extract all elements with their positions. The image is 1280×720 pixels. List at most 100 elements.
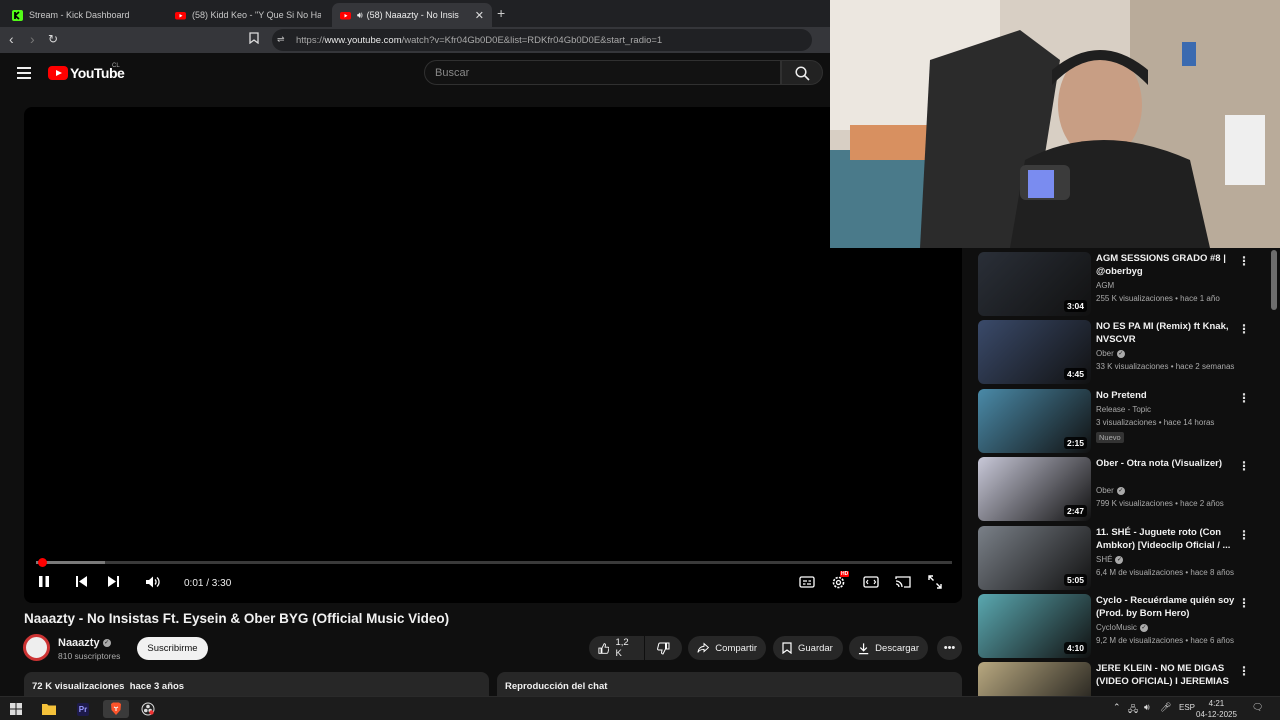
chat-replay-label: Reproducción del chat (505, 681, 608, 692)
search-input[interactable]: Buscar (424, 60, 781, 85)
premiere-button[interactable]: Pr (74, 700, 92, 718)
folder-icon (42, 704, 56, 715)
download-button[interactable]: Descargar (849, 636, 928, 660)
recommendation-title[interactable]: No Pretend (1096, 389, 1246, 402)
more-vert-icon[interactable]: ⋮ (1238, 322, 1250, 336)
system-clock[interactable]: 4:21 04-12-2025 (1196, 698, 1237, 720)
channel-avatar[interactable] (23, 634, 50, 661)
youtube-logo[interactable]: YouTube CL (48, 63, 125, 81)
video-thumbnail[interactable]: 4:10 (978, 594, 1091, 658)
recommendation-title[interactable]: Cyclo - Recuérdame quién soy (Prod. by B… (1096, 594, 1246, 620)
youtube-header: YouTube CL Buscar (0, 53, 830, 93)
recommendation-item[interactable]: 5:05 11. SHÉ - Juguete roto (Con Ambkor) … (978, 526, 1268, 590)
tray-overflow-icon[interactable]: ⌃ (1113, 702, 1121, 713)
bookmark-icon[interactable] (249, 32, 259, 46)
save-button[interactable]: Guardar (773, 636, 843, 660)
network-icon[interactable]: 🖧︎ (1128, 702, 1138, 718)
back-icon[interactable]: ‹ (9, 32, 14, 46)
video-thumbnail[interactable]: 2:47 (978, 457, 1091, 521)
language-indicator[interactable]: ESP (1179, 703, 1195, 712)
share-label: Compartir (715, 642, 757, 654)
volume-icon (146, 576, 160, 588)
cast-button[interactable] (895, 575, 911, 591)
address-bar[interactable]: ⇌ https://www.youtube.com/watch?v=Kfr04G… (272, 29, 812, 51)
recommendation-item[interactable]: 2:47 Ober - Otra nota (Visualizer) Ober ✓ 79… (978, 457, 1268, 521)
recommendation-channel[interactable]: Ober ✓ (1096, 486, 1125, 495)
video-thumbnail[interactable]: 4:45 (978, 320, 1091, 384)
subtitles-button[interactable] (799, 575, 815, 591)
notifications-icon[interactable]: 🗨︎ (1252, 702, 1263, 713)
video-thumbnail[interactable]: 2:15 (978, 389, 1091, 453)
more-vert-icon[interactable]: ⋮ (1238, 254, 1250, 268)
recommendation-item[interactable]: 4:45 NO ES PA MI (Remix) ft Knak, NVSCVR O… (978, 320, 1268, 384)
new-tab-button[interactable]: + (497, 5, 505, 21)
sidebar-scrollbar[interactable] (1271, 250, 1277, 310)
recommendation-channel[interactable]: SHÉ ✓ (1096, 555, 1124, 564)
recommendation-channel[interactable]: CycloMusic ✓ (1096, 623, 1148, 632)
url-prefix: https:// (296, 34, 325, 46)
next-button[interactable] (107, 575, 120, 591)
progress-bar[interactable] (36, 558, 952, 567)
verified-icon: ✓ (102, 639, 111, 648)
more-actions-button[interactable]: ••• (937, 636, 962, 660)
clock-time: 4:21 (1208, 699, 1225, 708)
site-info-icon[interactable]: ⇌ (277, 34, 285, 45)
verified-icon: ✓ (1116, 349, 1125, 358)
scrubber-handle[interactable] (37, 558, 47, 567)
tab-kidd-keo[interactable]: (58) Kidd Keo - "Y Que Si No Hay Am (167, 3, 329, 27)
recommendation-title[interactable]: NO ES PA MI (Remix) ft Knak, NVSCVR (1096, 320, 1246, 346)
obs-button[interactable] (139, 700, 157, 718)
bookmark-save-icon (782, 642, 792, 654)
settings-button[interactable]: HD (831, 571, 850, 593)
video-thumbnail[interactable]: 5:05 (978, 526, 1091, 590)
video-player[interactable]: 0:01 / 3:30 HD (24, 107, 962, 603)
time-display: 0:01 / 3:30 (184, 578, 232, 589)
dislike-button[interactable] (645, 636, 682, 660)
start-button[interactable] (7, 700, 25, 718)
previous-button[interactable] (75, 575, 88, 591)
upload-age: hace 3 años (129, 681, 185, 692)
recommendation-title[interactable]: Ober - Otra nota (Visualizer) (1096, 457, 1246, 470)
like-button[interactable]: 1,2 K (589, 636, 644, 660)
recommendation-title[interactable]: AGM SESSIONS GRADO #8 | @oberbyg (1096, 252, 1246, 278)
recommendation-title[interactable]: 11. SHÉ - Juguete roto (Con Ambkor) [Vid… (1096, 526, 1246, 552)
more-vert-icon[interactable]: ⋮ (1238, 528, 1250, 542)
forward-icon[interactable]: › (30, 32, 35, 46)
reload-icon[interactable]: ↻ (48, 32, 58, 46)
tab-label: Stream - Kick Dashboard (29, 10, 130, 20)
theater-mode-button[interactable] (863, 575, 879, 591)
mute-button[interactable] (145, 575, 161, 592)
duration-badge: 2:15 (1063, 437, 1087, 449)
new-badge: Nuevo (1096, 432, 1124, 443)
more-vert-icon[interactable]: ⋮ (1238, 391, 1250, 405)
close-tab-icon[interactable]: ✕ (469, 9, 484, 22)
recommendation-channel[interactable]: Ober ✓ (1096, 349, 1125, 358)
more-vert-icon[interactable]: ⋮ (1238, 596, 1250, 610)
recommendation-item[interactable]: 2:15 No Pretend Release - Topic 3 visualiza… (978, 389, 1268, 453)
tab-kick-dashboard[interactable]: Stream - Kick Dashboard (4, 3, 164, 27)
recommendation-channel[interactable]: AGM (1096, 281, 1114, 290)
recommendation-channel[interactable]: Release - Topic (1096, 405, 1151, 414)
share-button[interactable]: Compartir (688, 636, 766, 660)
recommendation-item[interactable]: 3:04 AGM SESSIONS GRADO #8 | @oberbyg AGM 2… (978, 252, 1268, 316)
recommendation-title[interactable]: JERE KLEIN - NO ME DIGAS (VIDEO OFICIAL)… (1096, 662, 1246, 688)
file-explorer-button[interactable] (40, 700, 58, 718)
fullscreen-button[interactable] (928, 575, 942, 592)
tab-naaazty-active[interactable]: 🔊︎ (58) Naaazty - No Insistas Ft. ✕ (332, 3, 492, 27)
verified-icon: ✓ (1139, 623, 1148, 632)
recommendation-meta: 3 visualizaciones • hace 14 horas (1096, 418, 1215, 427)
speaker-icon[interactable]: 🔊︎ (357, 10, 363, 21)
hamburger-menu-icon[interactable] (17, 67, 31, 79)
search-button[interactable] (781, 60, 823, 85)
thumbs-down-icon (657, 642, 670, 655)
more-vert-icon[interactable]: ⋮ (1238, 459, 1250, 473)
brave-browser-button[interactable] (103, 700, 129, 718)
subscribe-button[interactable]: Suscribirme (137, 637, 208, 660)
volume-tray-icon[interactable]: 🔊︎ (1144, 702, 1150, 713)
recommendation-item[interactable]: 4:10 Cyclo - Recuérdame quién soy (Prod. … (978, 594, 1268, 658)
video-thumbnail[interactable]: 3:04 (978, 252, 1091, 316)
microphone-icon[interactable]: 🎤︎ (1160, 702, 1171, 713)
more-vert-icon[interactable]: ⋮ (1238, 664, 1250, 678)
pause-button[interactable] (38, 575, 50, 591)
channel-name[interactable]: Naaazty ✓ (58, 637, 111, 649)
